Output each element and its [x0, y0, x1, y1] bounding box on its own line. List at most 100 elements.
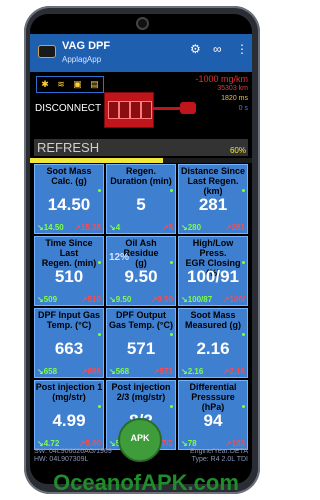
cylinder: [141, 101, 152, 119]
tile-min: ↘568: [109, 367, 130, 376]
tile-min: ↘9.50: [109, 295, 132, 304]
status-dot: [242, 405, 245, 408]
tile-label: Regen. Duration (min): [110, 166, 172, 186]
front-camera: [136, 17, 149, 30]
engine-year: Engine/Year:DETA: [190, 448, 248, 455]
tile-label: DPF Output Gas Temp. (°C): [109, 310, 173, 330]
refresh-button[interactable]: REFRESH: [34, 139, 248, 156]
tile-max: ↗281: [224, 223, 245, 232]
status-dot: [170, 333, 173, 336]
odometer-value: 35303 km: [217, 85, 248, 92]
truck-icon: ▤: [90, 79, 99, 89]
tile-min: ↘2.16: [181, 367, 204, 376]
app-subtitle: ApplagApp: [62, 55, 102, 64]
tile-min: ↘658: [37, 367, 58, 376]
status-dot: [98, 333, 101, 336]
tile-min: ↘14.50: [37, 223, 64, 232]
tile-value: 94: [203, 411, 223, 430]
tile-label: Soot Mass Calc. (g): [46, 166, 92, 186]
more-menu-icon[interactable]: ⋮: [236, 42, 248, 56]
car-icon: ▣: [73, 79, 82, 89]
tile-time-since-regen[interactable]: Time Since Last Regen. (min) 510 ↘509 ↗51…: [34, 236, 104, 306]
tile-label: DPF Input Gas Temp. (°C): [37, 310, 100, 330]
cylinder: [108, 101, 119, 119]
tile-label: Post injection 2/3 (mg/str): [111, 382, 171, 402]
app-logo-icon: [38, 45, 56, 58]
status-dot: [170, 261, 173, 264]
tile-value: 2.16: [196, 339, 230, 358]
status-dot: [242, 189, 245, 192]
tile-min: ↘509: [37, 295, 58, 304]
tile-overlay-percent: 12%: [109, 252, 130, 263]
tile-min: ↘100/87: [181, 295, 213, 304]
tile-max: ↗5: [161, 223, 173, 232]
tile-value: 571: [126, 339, 156, 358]
tile-value: 9.50: [124, 267, 158, 286]
software-version: SW: 04L906026AG/1969: [34, 448, 112, 455]
tile-min: ↘280: [181, 223, 202, 232]
tile-label: Soot Mass Measured (g): [184, 310, 241, 330]
status-dot: [98, 189, 101, 192]
status-dot: [98, 405, 101, 408]
tile-max: ↗571: [152, 367, 173, 376]
tile-dpf-input-temp[interactable]: DPF Input Gas Temp. (°C) 663 ↘658 ↗666: [34, 308, 104, 378]
progress-percent: 60%: [229, 146, 246, 155]
consumption-value: -1000 mg/km: [195, 74, 248, 84]
tile-soot-mass-measured[interactable]: Soot Mass Measured (g) 2.16 ↘2.16 ↗2.16: [178, 308, 248, 378]
status-dot: [242, 261, 245, 264]
app-screen: VAG DPF ApplagApp ⚙ ∞ ⋮ ✱ ≋ ▣ ▤ DISCONNE…: [30, 14, 252, 484]
cylinder: [119, 101, 130, 119]
tile-oil-ash-residue[interactable]: Oil Ash Residue (g) 12% 9.50 ↘9.50 ↗9.50: [106, 236, 176, 306]
bluetooth-icon: ✱: [41, 79, 49, 89]
tile-min: ↘78: [181, 439, 197, 448]
tile-value: 4.99: [52, 411, 86, 430]
disconnect-button[interactable]: DISCONNECT: [35, 103, 101, 114]
engine-diagram: [104, 92, 154, 128]
response-time-value: 1820 ms: [221, 95, 248, 102]
app-title: VAG DPF: [62, 40, 111, 52]
status-dot: [170, 405, 173, 408]
tile-max: ↗666: [80, 367, 101, 376]
tile-value: 510: [54, 267, 84, 286]
status-panel: ✱ ≋ ▣ ▤ DISCONNECT -1000 mg/km 35303 km …: [30, 72, 252, 164]
tile-label: Differential Presssure (hPa): [189, 382, 237, 412]
tile-differential-pressure[interactable]: Differential Presssure (hPa) 94 ↘78 ↗103: [178, 380, 248, 450]
tile-value: 100/91: [187, 267, 239, 286]
cylinder: [130, 101, 141, 119]
engine-type: Type: R4 2.0L TDI: [191, 456, 248, 463]
glasses-icon[interactable]: ∞: [213, 42, 222, 56]
metrics-readout: -1000 mg/km 35303 km 1820 ms 0 s: [195, 74, 248, 114]
settings-gear-icon[interactable]: ⚙: [190, 42, 201, 56]
tile-max: ↗9.50: [150, 295, 173, 304]
status-dot: [170, 189, 173, 192]
tile-label: Post injection 1 (mg/str): [35, 382, 103, 402]
tile-distance-since-regen[interactable]: Distance Since Last Regen. (km) 281 ↘280…: [178, 164, 248, 234]
tile-max: ↗5.00: [78, 439, 101, 448]
tile-value: 663: [54, 339, 84, 358]
tile-max: ↗103: [224, 439, 245, 448]
tile-soot-mass-calc[interactable]: Soot Mass Calc. (g) 14.50 ↘14.50 ↗15.38: [34, 164, 104, 234]
watermark-logo-icon: APK: [118, 418, 162, 462]
tile-regen-duration[interactable]: Regen. Duration (min) 5 ↘4 ↗5: [106, 164, 176, 234]
tile-egr-closing[interactable]: High/Low Press. EGR Closing (%) 100/91 ↘…: [178, 236, 248, 306]
tile-dpf-output-temp[interactable]: DPF Output Gas Temp. (°C) 571 ↘568 ↗571: [106, 308, 176, 378]
tile-value: 14.50: [47, 195, 91, 214]
status-dot: [242, 333, 245, 336]
progress-fill: [30, 158, 164, 163]
tile-max: ↗100/: [222, 295, 245, 304]
hardware-version: HW: 04L907309L: [34, 456, 89, 463]
elapsed-time-value: 0 s: [238, 105, 248, 112]
status-dot: [98, 261, 101, 264]
tile-max: ↗510: [80, 295, 101, 304]
watermark-text: OceanofAPK.com: [53, 470, 239, 495]
watermark-logo-text: APK: [130, 433, 150, 443]
tile-value: 5: [136, 195, 146, 214]
wifi-icon: ≋: [57, 79, 65, 89]
tile-post-injection-1[interactable]: Post injection 1 (mg/str) 4.99 ↘4.72 ↗5.0…: [34, 380, 104, 450]
tile-max: ↗15.38: [74, 223, 101, 232]
tile-min: ↘4.72: [37, 439, 60, 448]
tile-min: ↘4: [109, 223, 121, 232]
tile-label: Time Since Last Regen. (min): [41, 238, 97, 268]
connection-icons: ✱ ≋ ▣ ▤: [36, 76, 104, 93]
tile-value: 281: [198, 195, 228, 214]
